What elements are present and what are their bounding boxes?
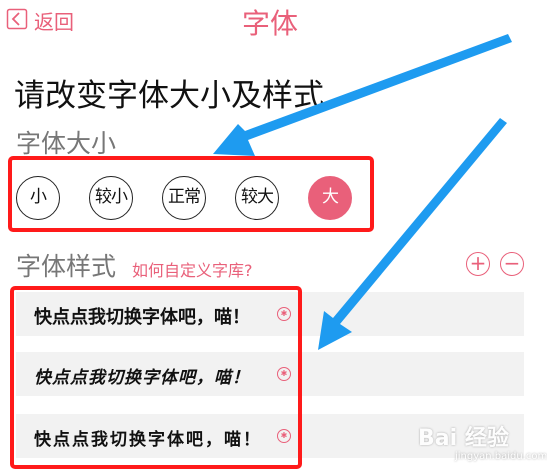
- annotation-box-style: [10, 286, 302, 469]
- watermark-site: jingyan.baidu.com: [455, 451, 547, 462]
- font-size-title: 字体大小: [16, 129, 117, 158]
- page-title: 字体: [241, 7, 298, 40]
- custom-font-link[interactable]: 如何自定义字库?: [132, 257, 253, 281]
- instruction-text: 请改变字体大小及样式: [14, 78, 324, 114]
- font-style-title: 字体样式: [16, 252, 117, 281]
- plus-icon[interactable]: +: [466, 252, 490, 276]
- watermark-logo: Bai 经验: [418, 426, 509, 451]
- annotation-box-size: [8, 156, 374, 232]
- minus-icon[interactable]: −: [500, 252, 524, 276]
